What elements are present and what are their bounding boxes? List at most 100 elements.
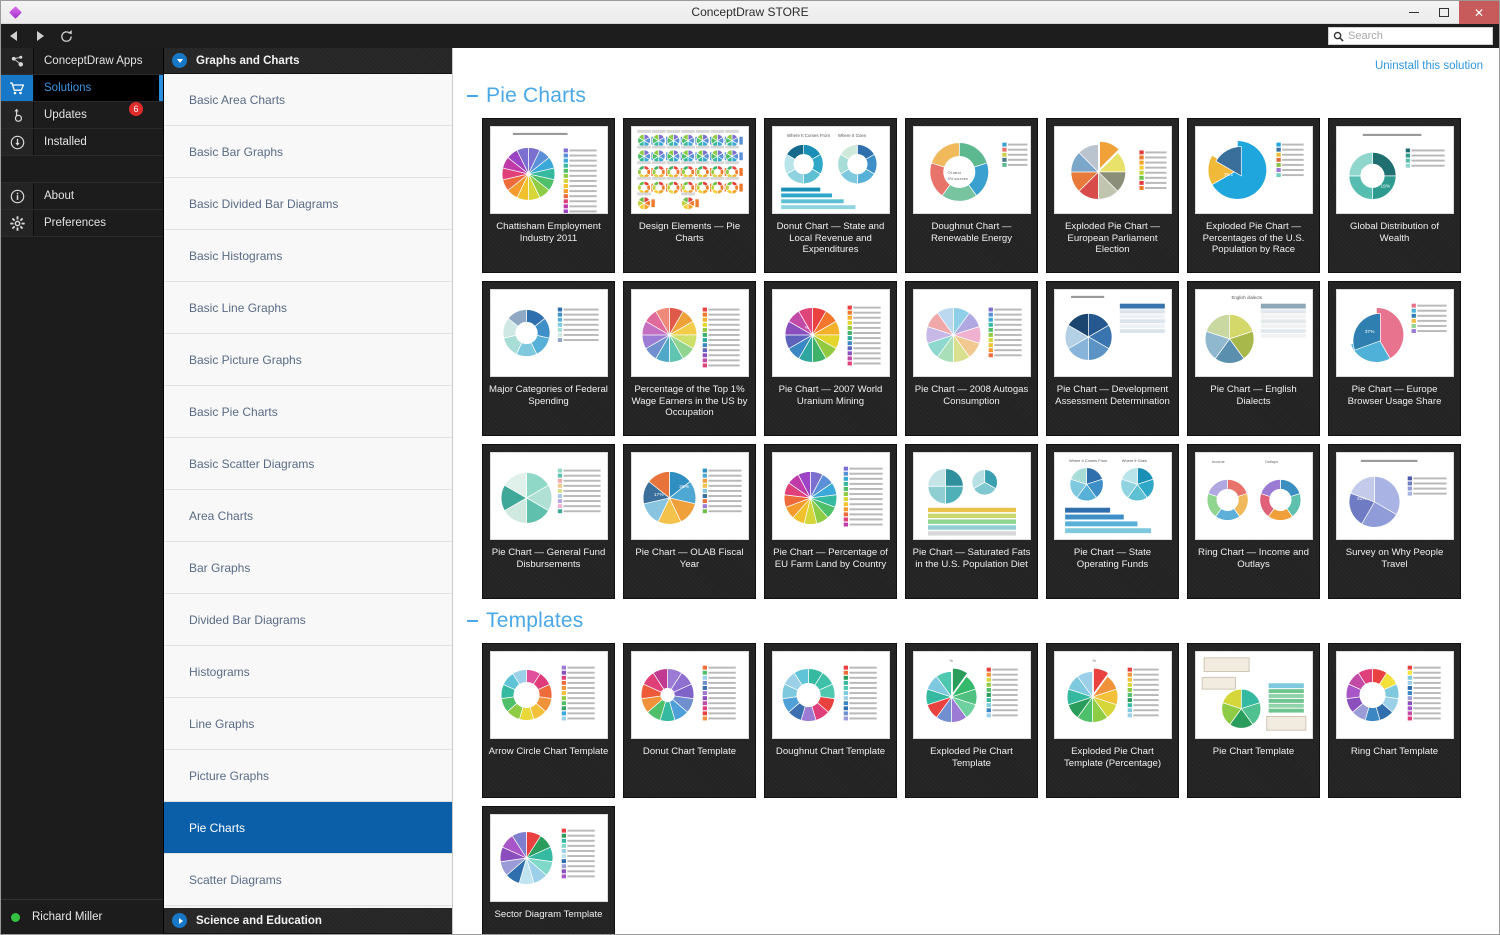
- group-footer-label: Science and Education: [196, 914, 322, 927]
- category-item-divided-bar-diagrams[interactable]: Divided Bar Diagrams: [164, 594, 452, 646]
- category-item-histograms[interactable]: Histograms: [164, 646, 452, 698]
- svg-text:Where It Goes: Where It Goes: [837, 133, 866, 138]
- tile-label: Donut Chart — State and Local Revenue an…: [776, 221, 885, 255]
- solution-tile[interactable]: 30% 19% Global Distribution of Wealth: [1328, 118, 1461, 273]
- solution-tile[interactable]: Where It Comes From Where It Goes Donut C…: [764, 118, 897, 273]
- solution-tile[interactable]: 31% Survey on Why People Travel: [1328, 444, 1461, 599]
- category-item-basic-scatter-diagrams[interactable]: Basic Scatter Diagrams: [164, 438, 452, 490]
- svg-text:%: %: [1092, 658, 1096, 663]
- back-icon[interactable]: [1, 24, 27, 48]
- thumbnail-green-doughnut-legend: Of wind 5% sources: [912, 126, 1031, 214]
- tile-label: Exploded Pie Chart Template (Percentage): [1063, 746, 1162, 769]
- thumbnail-pink-blue-pie: 37%: [1335, 289, 1454, 377]
- solution-tile[interactable]: Pie Chart Template: [1187, 643, 1320, 798]
- tile-label: Survey on Why People Travel: [1345, 547, 1444, 570]
- solution-tile[interactable]: Chattisham Employment Industry 2011: [482, 118, 615, 273]
- tile-label: Major Categories of Federal Spending: [489, 384, 608, 407]
- category-item-basic-area-charts[interactable]: Basic Area Charts: [164, 74, 452, 126]
- content-area[interactable]: Uninstall this solution Pie Charts Chatti…: [453, 48, 1499, 934]
- category-item-basic-bar-graphs[interactable]: Basic Bar Graphs: [164, 126, 452, 178]
- svg-text:31%: 31%: [1356, 496, 1366, 502]
- group-header-science-and-education[interactable]: Science and Education: [164, 908, 452, 934]
- tile-grid: Arrow Circle Chart Template Donut Chart …: [453, 643, 1499, 934]
- user-status-bar[interactable]: Richard Miller: [1, 899, 163, 934]
- category-item-basic-picture-graphs[interactable]: Basic Picture Graphs: [164, 334, 452, 386]
- tile-label: Pie Chart — 2008 Autogas Consumption: [914, 384, 1029, 407]
- sidebar-item-installed[interactable]: Installed: [1, 129, 163, 156]
- close-button[interactable]: ✕: [1459, 1, 1499, 24]
- forward-icon[interactable]: [27, 24, 53, 48]
- solution-tile[interactable]: Pie Chart — 2008 Autogas Consumption: [905, 281, 1038, 436]
- solution-tile[interactable]: Ring Chart Template: [1328, 643, 1461, 798]
- solution-tile[interactable]: 75.1 Exploded Pie Chart — Percentages of …: [1187, 118, 1320, 273]
- section-header-templates[interactable]: Templates: [453, 599, 1499, 643]
- section-title-label: Pie Charts: [486, 84, 587, 107]
- thumbnail-blue-exploded-pie: 75.1: [1194, 126, 1313, 214]
- uninstall-solution-link[interactable]: Uninstall this solution: [1375, 60, 1483, 72]
- category-list[interactable]: Basic Area Charts Basic Bar Graphs Basic D…: [164, 74, 452, 908]
- thumbnail-olive-pie-table: English dialects: [1194, 289, 1313, 377]
- sidebar-item-about[interactable]: About: [1, 183, 163, 210]
- sections-container: Pie Charts Chattisham Employment Industry…: [453, 74, 1499, 934]
- category-item-basic-line-graphs[interactable]: Basic Line Graphs: [164, 282, 452, 334]
- apps-icon: [1, 48, 34, 74]
- solution-tile[interactable]: Pie Chart — Saturated Fats in the U.S. P…: [905, 444, 1038, 599]
- cart-icon: [1, 75, 34, 101]
- solution-tile[interactable]: Doughnut Chart Template: [764, 643, 897, 798]
- left-sidebar: ConceptDraw Apps Solutions Updates 6 Install…: [1, 48, 164, 934]
- solution-tile[interactable]: Donut Chart Template: [623, 643, 756, 798]
- search-input[interactable]: [1348, 30, 1488, 42]
- reload-icon[interactable]: [53, 24, 79, 48]
- solution-tile[interactable]: Sector Diagram Template: [482, 806, 615, 934]
- solution-tile[interactable]: English dialects Pie Chart — English Dia…: [1187, 281, 1320, 436]
- tile-label: Pie Chart Template: [1212, 746, 1295, 757]
- sidebar-item-updates[interactable]: Updates 6: [1, 102, 163, 129]
- minimize-button[interactable]: [1399, 1, 1429, 24]
- thumbnail-blue-donut-legend: [489, 289, 608, 377]
- solution-tile[interactable]: Of wind 5% sources Doughnut Chart — Renew…: [905, 118, 1038, 273]
- solution-tile[interactable]: Pie Chart — Percentage of EU Farm Land b…: [764, 444, 897, 599]
- solution-tile[interactable]: Design Elements — Pie Charts: [623, 118, 756, 273]
- section-header-pie-charts[interactable]: Pie Charts: [453, 74, 1499, 118]
- solution-tile[interactable]: Major Categories of Federal Spending: [482, 281, 615, 436]
- tile-label: Chattisham Employment Industry 2011: [496, 221, 601, 244]
- category-item-pie-charts[interactable]: Pie Charts: [164, 802, 452, 854]
- category-item-picture-graphs[interactable]: Picture Graphs: [164, 750, 452, 802]
- category-item-bar-graphs[interactable]: Bar Graphs: [164, 542, 452, 594]
- solution-tile[interactable]: 37% Pie Chart — Europe Browser Usage Shar…: [1328, 281, 1461, 436]
- thumbnail-two-rings: Income Outlays: [1194, 452, 1313, 540]
- chevron-right-icon: [172, 913, 187, 928]
- svg-text:Where It Comes From: Where It Comes From: [1069, 458, 1107, 463]
- category-item-basic-histograms[interactable]: Basic Histograms: [164, 230, 452, 282]
- tile-label: Pie Chart — Percentage of EU Farm Land b…: [773, 547, 888, 570]
- solution-tile[interactable]: 17% 26% Pie Chart — OLAB Fiscal Year: [623, 444, 756, 599]
- thumbnail-multi-color-pie-legend: [630, 289, 749, 377]
- maximize-button[interactable]: [1429, 1, 1459, 24]
- solution-tile[interactable]: Arrow Circle Chart Template: [482, 643, 615, 798]
- solution-tile[interactable]: % Exploded Pie Chart Template (Percentag…: [1046, 643, 1179, 798]
- tile-label: Donut Chart Template: [642, 746, 737, 757]
- solution-tile[interactable]: Percentage of the Top 1% Wage Earners in…: [623, 281, 756, 436]
- tile-label: Pie Chart — General Fund Disbursements: [491, 547, 606, 570]
- category-item-basic-pie-charts[interactable]: Basic Pie Charts: [164, 386, 452, 438]
- solution-tile[interactable]: % Pie Chart — 2007 World Uranium Mining: [764, 281, 897, 436]
- collapse-minus-icon: [467, 95, 478, 97]
- tile-label: Pie Chart — 2007 World Uranium Mining: [778, 384, 883, 407]
- category-item-line-graphs[interactable]: Line Graphs: [164, 698, 452, 750]
- solution-tile[interactable]: % Exploded Pie Chart Template: [905, 643, 1038, 798]
- sidebar-item-solutions[interactable]: Solutions: [1, 75, 163, 102]
- category-item-area-charts[interactable]: Area Charts: [164, 490, 452, 542]
- search-box[interactable]: [1328, 27, 1493, 45]
- solution-tile[interactable]: Where It Comes From Where It Goes Pie Cha…: [1046, 444, 1179, 599]
- thumbnail-two-pies-bars: Where It Comes From Where It Goes: [1053, 452, 1172, 540]
- solution-tile[interactable]: Exploded Pie Chart — European Parliament…: [1046, 118, 1179, 273]
- solution-tile[interactable]: Pie Chart — General Fund Disbursements: [482, 444, 615, 599]
- sidebar-item-conceptdraw-apps[interactable]: ConceptDraw Apps: [1, 48, 163, 75]
- category-item-basic-divided-bar-diagrams[interactable]: Basic Divided Bar Diagrams: [164, 178, 452, 230]
- solution-tile[interactable]: Pie Chart — Development Assessment Deter…: [1046, 281, 1179, 436]
- category-item-scatter-diagrams[interactable]: Scatter Diagrams: [164, 854, 452, 906]
- group-header-graphs-and-charts[interactable]: Graphs and Charts: [164, 48, 452, 74]
- sidebar-item-preferences[interactable]: Preferences: [1, 210, 163, 237]
- solution-tile[interactable]: Income Outlays Ring Chart — Income and Ou…: [1187, 444, 1320, 599]
- thumbnail-pie-many-slice-legend: [489, 126, 608, 214]
